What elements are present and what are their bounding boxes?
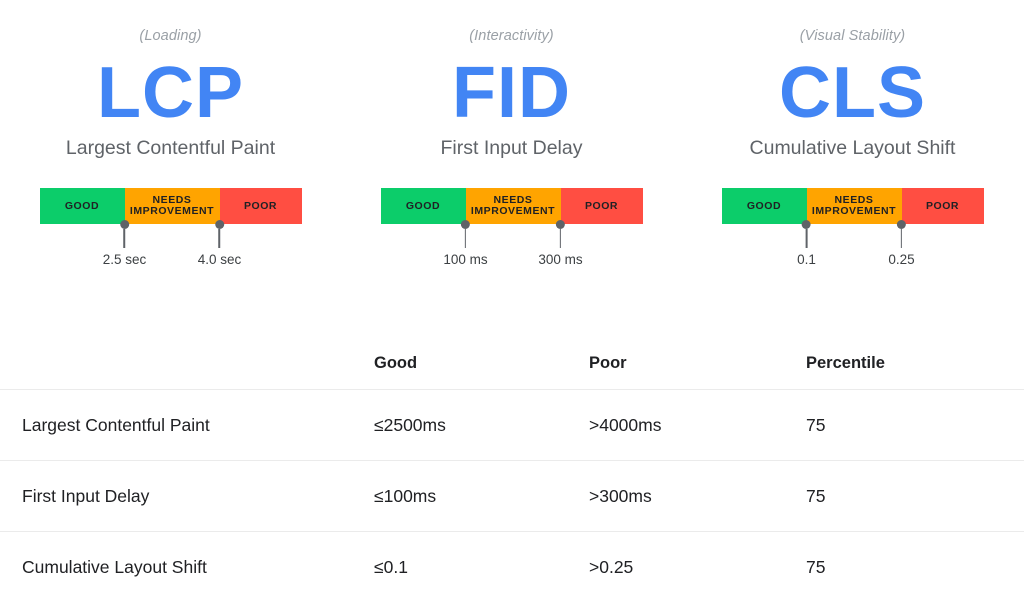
- metric-card-lcp: (Loading) LCP Largest Contentful Paint GOOD…: [0, 0, 341, 300]
- threshold-marker-line: [464, 229, 467, 249]
- table-column-header: Poor: [589, 353, 627, 372]
- threshold-marker-dot-icon: [802, 220, 811, 230]
- threshold-marker: 2.5 sec: [102, 220, 147, 268]
- table-cell-value: >4000ms: [589, 414, 662, 435]
- table-row: First Input Delay ≤100ms >300ms 75: [0, 461, 1024, 532]
- threshold-bar-wrapper: GOOD NEEDS IMPROVEMENT POOR 2.5 sec 4.0 sec: [39, 188, 302, 266]
- threshold-marker: 4.0 sec: [197, 220, 242, 268]
- threshold-marker: 300 ms: [538, 220, 583, 268]
- metric-acronym: FID: [452, 52, 571, 133]
- bar-segment-needs: NEEDS IMPROVEMENT: [465, 188, 561, 225]
- core-web-vitals-cards: (Loading) LCP Largest Contentful Paint GOOD…: [0, 0, 1024, 300]
- table-cell-value: 75: [806, 557, 826, 577]
- threshold-marker-label: 100 ms: [443, 252, 488, 268]
- metric-card-fid: (Interactivity) FID First Input Delay GOOD N…: [341, 0, 682, 300]
- threshold-markers: 100 ms 300 ms: [381, 220, 643, 284]
- threshold-marker-label: 300 ms: [538, 252, 583, 268]
- table-cell-value: 75: [806, 485, 826, 506]
- threshold-bar: GOOD NEEDS IMPROVEMENT POOR: [39, 188, 302, 225]
- metric-acronym: CLS: [779, 52, 926, 133]
- bar-segment-good: GOOD: [39, 188, 125, 225]
- bar-segment-good: GOOD: [380, 188, 466, 225]
- table-header-row: Good Poor Percentile: [0, 338, 1024, 390]
- metric-acronym: LCP: [97, 52, 244, 133]
- bar-segment-poor: POOR: [560, 188, 643, 225]
- table-column-header: Percentile: [806, 353, 885, 372]
- table-cell-value: >0.25: [589, 557, 634, 577]
- metric-card-cls: (Visual Stability) CLS Cumulative Layout S…: [682, 0, 1023, 300]
- metric-category-label: (Loading): [139, 28, 202, 44]
- table-column-header: Good: [374, 353, 418, 372]
- threshold-marker-dot-icon: [120, 220, 129, 230]
- threshold-marker-line: [900, 229, 903, 249]
- bar-segment-good: GOOD: [721, 188, 807, 225]
- threshold-marker-dot-icon: [897, 220, 906, 230]
- table-cell-value: >300ms: [589, 485, 652, 506]
- table-cell-value: 75: [806, 414, 826, 435]
- threshold-marker-dot-icon: [215, 220, 224, 230]
- threshold-bar-wrapper: GOOD NEEDS IMPROVEMENT POOR 0.1 0.25: [721, 188, 984, 266]
- threshold-bar: GOOD NEEDS IMPROVEMENT POOR: [380, 188, 643, 225]
- threshold-marker-dot-icon: [556, 220, 565, 230]
- threshold-marker-dot-icon: [461, 220, 470, 230]
- table-row: Largest Contentful Paint ≤2500ms >4000ms 75: [0, 390, 1024, 461]
- table-row: Cumulative Layout Shift ≤0.1 >0.25 75: [0, 532, 1024, 603]
- metric-category-label: (Visual Stability): [799, 28, 906, 44]
- table-cell-value: ≤2500ms: [374, 414, 446, 435]
- metric-category-label: (Interactivity): [469, 28, 554, 44]
- threshold-marker: 0.25: [888, 220, 915, 268]
- threshold-marker-line: [559, 229, 562, 249]
- bar-segment-needs: NEEDS IMPROVEMENT: [124, 188, 220, 225]
- threshold-marker-line: [218, 229, 221, 249]
- table-cell-value: ≤0.1: [374, 557, 408, 577]
- metric-full-name: Largest Contentful Paint: [65, 136, 276, 159]
- threshold-marker-label: 0.1: [797, 252, 816, 268]
- threshold-markers: 2.5 sec 4.0 sec: [40, 220, 302, 284]
- thresholds-table: Good Poor Percentile Largest Contentful Pai…: [0, 338, 1024, 603]
- table-cell-value: ≤100ms: [374, 485, 437, 506]
- table-cell-metric-name: First Input Delay: [22, 485, 150, 506]
- bar-segment-poor: POOR: [219, 188, 302, 225]
- threshold-bar-wrapper: GOOD NEEDS IMPROVEMENT POOR 100 ms 300 ms: [380, 188, 643, 266]
- threshold-marker-label: 2.5 sec: [102, 252, 147, 268]
- threshold-marker-line: [805, 229, 808, 249]
- threshold-marker: 0.1: [797, 220, 816, 268]
- threshold-marker-label: 0.25: [888, 252, 915, 268]
- threshold-markers: 0.1 0.25: [722, 220, 984, 284]
- metric-full-name: Cumulative Layout Shift: [749, 136, 956, 159]
- bar-segment-poor: POOR: [901, 188, 984, 225]
- metric-full-name: First Input Delay: [440, 136, 583, 159]
- threshold-bar: GOOD NEEDS IMPROVEMENT POOR: [721, 188, 984, 225]
- table-cell-metric-name: Cumulative Layout Shift: [22, 557, 207, 577]
- bar-segment-needs: NEEDS IMPROVEMENT: [806, 188, 902, 225]
- threshold-marker: 100 ms: [443, 220, 488, 268]
- table-cell-metric-name: Largest Contentful Paint: [22, 414, 210, 435]
- threshold-marker-line: [123, 229, 126, 249]
- threshold-marker-label: 4.0 sec: [197, 252, 242, 268]
